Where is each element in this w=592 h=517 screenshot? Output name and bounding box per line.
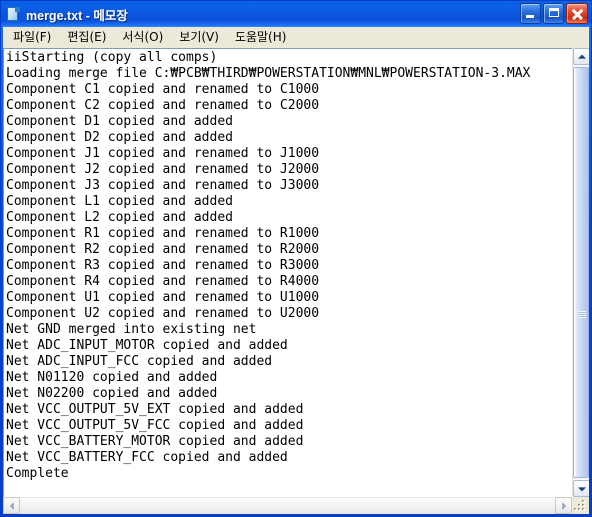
text-line: Net VCC_BATTERY_MOTOR copied and added [6, 434, 304, 449]
text-line: Net N01120 copied and added [6, 370, 218, 385]
text-line: Component L1 copied and added [6, 194, 233, 209]
text-line: iiStarting (copy all comps) [6, 50, 218, 65]
notepad-document-icon [5, 6, 21, 22]
text-line: Component D1 copied and added [6, 114, 233, 129]
scroll-left-arrow-icon[interactable] [3, 497, 20, 514]
horizontal-scroll-track[interactable] [20, 497, 555, 514]
vertical-scroll-thumb[interactable] [573, 67, 589, 478]
text-line: Component J3 copied and renamed to J3000 [6, 178, 320, 193]
text-line: Net N02200 copied and added [6, 386, 218, 401]
text-editor[interactable]: iiStarting (copy all comps) Loading merg… [3, 48, 572, 497]
text-line: Net ADC_INPUT_FCC copied and added [6, 354, 273, 369]
text-line: Component R1 copied and renamed to R1000 [6, 226, 320, 241]
text-line: Component J1 copied and renamed to J1000 [6, 146, 320, 161]
menu-item-view[interactable]: 보기(V) [171, 28, 227, 47]
text-line: Complete [6, 466, 69, 481]
scroll-down-arrow-icon[interactable] [573, 480, 589, 497]
vertical-scrollbar[interactable] [572, 48, 589, 497]
horizontal-scrollbar[interactable] [3, 497, 589, 514]
window-client-area: 파일(F) 편집(E) 서식(O) 보기(V) 도움말(H) iiStartin… [3, 27, 589, 514]
notepad-window: merge.txt - 메모장 파일(F) 편집(E) 서식(O) 보기(V) … [0, 0, 592, 517]
text-line: Component R4 copied and renamed to R4000 [6, 274, 320, 289]
window-resize-grip[interactable] [572, 497, 589, 514]
maximize-button[interactable] [543, 3, 564, 24]
text-line: Loading merge file C:₩PCB₩THIRD₩POWERSTA… [6, 66, 531, 81]
title-bar[interactable]: merge.txt - 메모장 [1, 1, 591, 27]
menu-item-format[interactable]: 서식(O) [114, 28, 171, 47]
text-line: Component R3 copied and renamed to R3000 [6, 258, 320, 273]
text-line: Component C2 copied and renamed to C2000 [6, 98, 320, 113]
text-line: Net VCC_OUTPUT_5V_FCC copied and added [6, 418, 304, 433]
close-button[interactable] [566, 3, 588, 24]
editor-region: iiStarting (copy all comps) Loading merg… [3, 48, 589, 514]
menu-item-file[interactable]: 파일(F) [5, 28, 59, 47]
menu-item-help[interactable]: 도움말(H) [227, 28, 295, 47]
scroll-up-arrow-icon[interactable] [573, 48, 589, 65]
text-line: Component J2 copied and renamed to J2000 [6, 162, 320, 177]
text-line: Net GND merged into existing net [6, 322, 257, 337]
minimize-button[interactable] [520, 3, 541, 24]
text-line: Component D2 copied and added [6, 130, 233, 145]
menu-item-edit[interactable]: 편집(E) [59, 28, 114, 47]
text-line: Component C1 copied and renamed to C1000 [6, 82, 320, 97]
text-line: Net ADC_INPUT_MOTOR copied and added [6, 338, 288, 353]
menu-bar: 파일(F) 편집(E) 서식(O) 보기(V) 도움말(H) [3, 27, 589, 48]
window-title: merge.txt - 메모장 [26, 8, 128, 23]
scroll-right-arrow-icon[interactable] [555, 497, 572, 514]
vertical-scroll-track[interactable] [573, 65, 589, 480]
text-line: Component L2 copied and added [6, 210, 233, 225]
text-line: Component U1 copied and renamed to U1000 [6, 290, 320, 305]
scroll-thumb-grip-icon [578, 311, 586, 318]
caption-buttons [520, 3, 588, 24]
text-line: Component R2 copied and renamed to R2000 [6, 242, 320, 257]
text-line: Net VCC_BATTERY_FCC copied and added [6, 450, 288, 465]
text-line: Net VCC_OUTPUT_5V_EXT copied and added [6, 402, 304, 417]
text-line: Component U2 copied and renamed to U2000 [6, 306, 320, 321]
